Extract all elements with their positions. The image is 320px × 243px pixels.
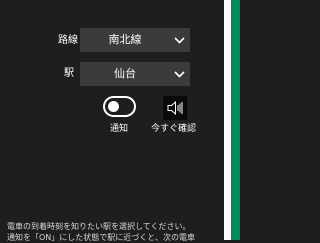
line-label: 路線 <box>58 35 78 46</box>
description-line-2: 通知を「ON」にした状態で駅に近づくと、次の電車 <box>7 233 195 242</box>
check-now-button[interactable] <box>163 96 187 120</box>
sidebar-edge <box>224 0 240 240</box>
chevron-down-icon <box>174 71 185 78</box>
notification-toggle[interactable] <box>103 96 136 117</box>
settings-panel: 路線 南北線 駅 仙台 通知 今すぐ確認 電車の到着時刻を知りたい駅を選択してく… <box>0 0 224 242</box>
station-select-value: 仙台 <box>114 67 136 80</box>
check-now-label: 今すぐ確認 <box>151 124 197 134</box>
line-select[interactable]: 南北線 <box>80 28 190 52</box>
station-select[interactable]: 仙台 <box>80 62 190 86</box>
chevron-down-icon <box>174 37 185 44</box>
speaker-icon <box>167 100 183 116</box>
description-line-1: 電車の到着時刻を知りたい駅を選択してください。 <box>7 222 191 231</box>
sidebar-accent-bar <box>231 0 240 240</box>
line-select-value: 南北線 <box>108 33 142 46</box>
station-label: 駅 <box>64 68 74 79</box>
notification-label: 通知 <box>110 124 129 134</box>
toggle-knob <box>108 101 119 112</box>
